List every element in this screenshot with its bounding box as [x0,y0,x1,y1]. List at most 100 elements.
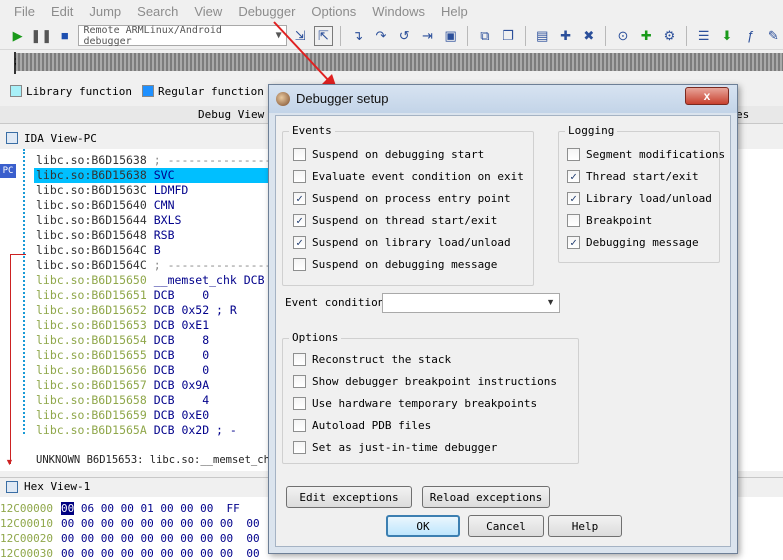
dialog-titlebar[interactable]: Debugger setup x [269,85,737,113]
event-condition-select[interactable]: ▼ [382,293,560,313]
run-to-cursor-icon[interactable]: ⇥ [418,26,437,46]
checkbox[interactable] [293,419,306,432]
options-option-0[interactable]: Reconstruct the stack [293,353,451,366]
logging-option-0[interactable]: Segment modifications [567,148,725,161]
logging-option-2[interactable]: ✓ Library load/unload [567,192,712,205]
checkbox[interactable] [293,397,306,410]
debugger-select[interactable]: Remote ARMLinux/Android debugger ▼ [78,25,287,47]
trace-options-icon[interactable]: ⚙ [660,26,679,46]
event-option-2[interactable]: ✓ Suspend on process entry point [293,192,511,205]
ok-button[interactable]: OK [386,515,460,537]
checkbox-checked[interactable]: ✓ [293,236,306,249]
menu-search[interactable]: Search [129,4,186,19]
menu-file[interactable]: File [6,4,43,19]
asm-line[interactable]: libc.so:B6D15652 DCB 0x52 ; R [36,303,237,318]
asm-line[interactable]: libc.so:B6D1564C ; --------------- [36,258,271,273]
pause-icon[interactable]: ❚❚ [30,26,52,46]
tracing-icon[interactable]: ⊙ [613,26,632,46]
checkbox[interactable] [293,148,306,161]
menu-debugger[interactable]: Debugger [230,4,303,19]
event-option-0[interactable]: Suspend on debugging start [293,148,484,161]
logging-option-4[interactable]: ✓ Debugging message [567,236,699,249]
show-window-icon[interactable]: ▣ [441,26,460,46]
checkbox[interactable] [567,214,580,227]
options-option-4[interactable]: Set as just-in-time debugger [293,441,497,454]
step-over-icon[interactable]: ↷ [371,26,390,46]
stop-icon[interactable]: ■ [55,26,74,46]
help-button[interactable]: Help [548,515,622,537]
reload-exceptions-button[interactable]: Reload exceptions [422,486,550,508]
asm-line[interactable]: libc.so:B6D15654 DCB 8 [36,333,209,348]
asm-line-current[interactable]: libc.so:B6D15638 SVC [34,168,270,183]
checkbox-checked[interactable]: ✓ [293,214,306,227]
breakpoint-icon[interactable]: ✚ [556,26,575,46]
navigation-band[interactable]: ; [0,50,783,80]
play-icon[interactable]: ▶ [8,26,27,46]
checkbox[interactable] [293,353,306,366]
hex-row[interactable]: 12C00020 00 00 00 00 00 00 00 00 00 00 [0,531,260,546]
edit-icon[interactable]: ✎ [764,26,783,46]
asm-line[interactable]: libc.so:B6D15648 RSB [36,228,175,243]
asm-op: ; [153,153,161,167]
logging-option-1[interactable]: ✓ Thread start/exit [567,170,699,183]
checkbox-checked[interactable]: ✓ [293,192,306,205]
step-into-icon[interactable]: ↴ [348,26,367,46]
options-option-2[interactable]: Use hardware temporary breakpoints [293,397,537,410]
event-option-4[interactable]: ✓ Suspend on library load/unload [293,236,511,249]
asm-line[interactable]: libc.so:B6D15644 BXLS [36,213,181,228]
function-icon[interactable]: ƒ [741,26,760,46]
options-option-3[interactable]: Autoload PDB files [293,419,431,432]
hex-row[interactable]: 12C00000 00 06 00 00 01 00 00 00 FF [0,501,240,516]
checkbox[interactable] [293,441,306,454]
asm-line[interactable]: libc.so:B6D15640 CMN [36,198,175,213]
options-option-1[interactable]: Show debugger breakpoint instructions [293,375,557,388]
hex-cursor-byte[interactable]: 00 [60,502,75,515]
asm-address: libc.so:B6D15657 [36,378,147,392]
checkbox[interactable] [567,148,580,161]
asm-line[interactable]: libc.so:B6D15655 DCB 0 [36,348,209,363]
asm-line[interactable]: libc.so:B6D15656 DCB 0 [36,363,209,378]
event-option-5[interactable]: Suspend on debugging message [293,258,497,271]
event-option-3[interactable]: ✓ Suspend on thread start/exit [293,214,497,227]
copy-window-icon[interactable]: ⧉ [475,26,494,46]
asm-line[interactable]: libc.so:B6D15659 DCB 0xE0 [36,408,209,423]
asm-line[interactable]: libc.so:B6D1565A DCB 0x2D ; - [36,423,237,438]
asm-line[interactable]: libc.so:B6D1563C LDMFD [36,183,188,198]
asm-line[interactable]: libc.so:B6D15658 DCB 4 [36,393,209,408]
checkbox-checked[interactable]: ✓ [567,236,580,249]
delete-breakpoint-icon[interactable]: ✖ [579,26,598,46]
run-until-return-icon[interactable]: ↺ [395,26,414,46]
asm-line[interactable]: libc.so:B6D15653 DCB 0xE1 [36,318,209,333]
cancel-button[interactable]: Cancel [468,515,544,537]
asm-line[interactable]: libc.so:B6D1564C B [36,243,161,258]
checkbox-checked[interactable]: ✓ [567,170,580,183]
menu-edit[interactable]: Edit [43,4,81,19]
asm-line[interactable]: libc.so:B6D15657 DCB 0x9A [36,378,209,393]
memory-icon[interactable]: ▤ [533,26,552,46]
hex-row[interactable]: 12C00010 00 00 00 00 00 00 00 00 00 00 [0,516,260,531]
menu-options[interactable]: Options [303,4,364,19]
hex-row[interactable]: 12C00030 00 00 00 00 00 00 00 00 00 00 [0,546,260,560]
close-button[interactable]: x [685,87,729,105]
checkbox-checked[interactable]: ✓ [567,192,580,205]
menu-jump[interactable]: Jump [81,4,129,19]
checkbox[interactable] [293,258,306,271]
asm-line[interactable]: libc.so:B6D15651 DCB 0 [36,288,209,303]
asm-arg: 0xE1 [181,318,210,332]
asm-line[interactable]: libc.so:B6D15638 ; --------------- [36,153,271,168]
checkbox[interactable] [293,375,306,388]
checkbox[interactable] [293,170,306,183]
edit-exceptions-button[interactable]: Edit exceptions [286,486,412,508]
navigation-strip[interactable] [14,53,783,71]
asm-line[interactable]: libc.so:B6D15650 __memset_chk DCB [36,273,265,288]
event-option-1[interactable]: Evaluate event condition on exit [293,170,524,183]
menu-view[interactable]: View [186,4,230,19]
list-icon[interactable]: ☰ [694,26,713,46]
download-icon[interactable]: ⬇ [717,26,736,46]
asm-address: libc.so:B6D1565A [36,423,147,437]
menu-windows[interactable]: Windows [364,4,433,19]
menu-help[interactable]: Help [433,4,476,19]
windows-icon[interactable]: ❐ [499,26,518,46]
logging-option-3[interactable]: Breakpoint [567,214,652,227]
add-watch-icon[interactable]: ✚ [637,26,656,46]
